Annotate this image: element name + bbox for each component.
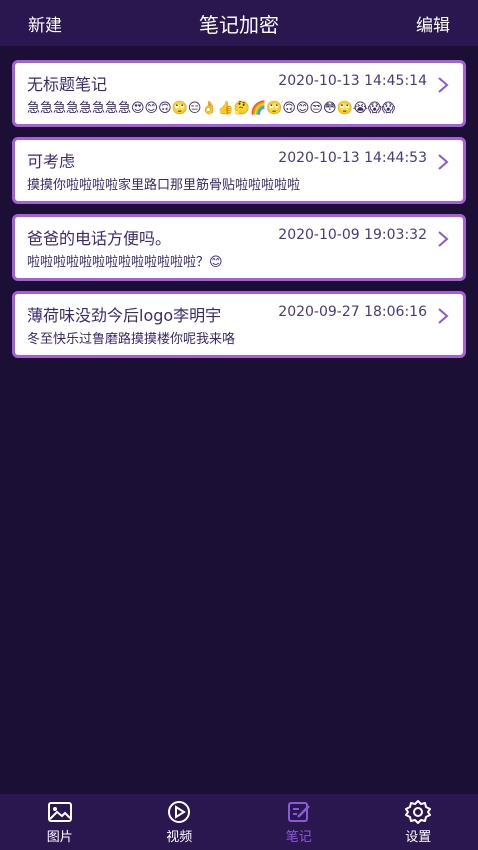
- bottom-tab-bar: 图片 视频 笔记 设置: [0, 794, 478, 850]
- chevron-right-icon[interactable]: [435, 77, 451, 93]
- note-card[interactable]: 可考虑 2020-10-13 14:44:53 摸摸你啦啦啦啦家里路口那里筋骨贴…: [12, 137, 466, 204]
- note-list: 无标题笔记 2020-10-13 14:45:14 急急急急急急急急😍😊🙃🙄😑👌…: [12, 60, 466, 368]
- note-title: 薄荷味没劲今后logo李明宇: [27, 306, 222, 325]
- note-content: 急急急急急急急急😍😊🙃🙄😑👌👍🤔🌈🙄🙃😊😒😳🙄😭😱😱: [27, 101, 396, 116]
- note-title: 爸爸的电话方便吗。: [27, 229, 172, 248]
- tab-notes[interactable]: 笔记: [239, 794, 359, 850]
- note-card[interactable]: 无标题笔记 2020-10-13 14:45:14 急急急急急急急急😍😊🙃🙄😑👌…: [12, 60, 466, 127]
- note-header: 可考虑 2020-10-13 14:44:53: [27, 148, 427, 171]
- note-content: 冬至快乐过鲁磨路摸摸楼你呢我来咯: [27, 332, 236, 347]
- image-icon: [47, 802, 72, 822]
- note-header: 无标题笔记 2020-10-13 14:45:14: [27, 71, 427, 94]
- tab-settings[interactable]: 设置: [359, 794, 478, 850]
- note-time: 2020-10-09 19:03:32: [278, 227, 427, 243]
- edit-button[interactable]: 编辑: [416, 11, 450, 36]
- note-time: 2020-09-27 18:06:16: [278, 304, 427, 320]
- app-screen: 新建 笔记加密 编辑 无标题笔记 2020-10-13 14:45:14 急急急…: [0, 0, 478, 850]
- note-header: 爸爸的电话方便吗。 2020-10-09 19:03:32: [27, 225, 427, 248]
- tab-label: 设置: [405, 830, 432, 845]
- note-title: 无标题笔记: [27, 75, 108, 94]
- note-edit-icon: [287, 802, 310, 822]
- note-card[interactable]: 爸爸的电话方便吗。 2020-10-09 19:03:32 啦啦啦啦啦啦啦啦啦啦…: [12, 214, 466, 281]
- note-card[interactable]: 薄荷味没劲今后logo李明宇 2020-09-27 18:06:16 冬至快乐过…: [12, 291, 466, 358]
- video-play-icon: [168, 801, 191, 823]
- chevron-right-icon[interactable]: [435, 231, 451, 247]
- top-bar: 新建 笔记加密 编辑: [0, 0, 478, 46]
- gear-icon: [405, 800, 432, 824]
- tab-label: 图片: [46, 830, 73, 845]
- tab-videos[interactable]: 视频: [120, 794, 240, 850]
- note-title: 可考虑: [27, 152, 76, 171]
- chevron-right-icon[interactable]: [435, 308, 451, 324]
- note-content: 摸摸你啦啦啦啦家里路口那里筋骨贴啦啦啦啦啦: [27, 178, 301, 193]
- tab-label: 笔记: [285, 830, 312, 845]
- page-title: 笔记加密: [199, 13, 279, 37]
- chevron-right-icon[interactable]: [435, 154, 451, 170]
- tab-label: 视频: [166, 830, 193, 845]
- tab-images[interactable]: 图片: [0, 794, 120, 850]
- note-time: 2020-10-13 14:45:14: [278, 73, 427, 89]
- note-header: 薄荷味没劲今后logo李明宇 2020-09-27 18:06:16: [27, 302, 427, 325]
- note-time: 2020-10-13 14:44:53: [278, 150, 427, 166]
- note-content: 啦啦啦啦啦啦啦啦啦啦啦啦啦？😊: [27, 255, 223, 270]
